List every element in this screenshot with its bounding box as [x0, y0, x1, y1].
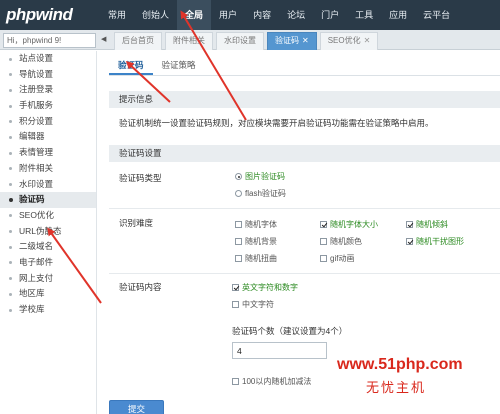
topnav-founder[interactable]: 创始人	[134, 0, 177, 30]
checkbox-checked-icon[interactable]	[320, 221, 327, 228]
topnav-global[interactable]: 全局	[177, 0, 212, 30]
difficulty-random-color[interactable]: 随机颜色	[320, 236, 362, 247]
tab-captcha[interactable]: 验证码 ✕	[267, 32, 317, 50]
checkbox-checked-icon[interactable]	[232, 284, 239, 291]
topnav-forum[interactable]: 论坛	[279, 0, 313, 30]
sidebar-item-navigation[interactable]: 导航设置	[0, 67, 96, 83]
math-captcha-option[interactable]: 100以内随机加减法	[232, 376, 311, 387]
captcha-count-label: 验证码个数（建议设置为4个）	[232, 326, 348, 336]
checkbox-checked-icon[interactable]	[406, 221, 413, 228]
tab-attachments[interactable]: 附件相关	[165, 32, 213, 50]
checkbox-icon[interactable]	[235, 238, 242, 245]
captcha-type-label: 验证码类型	[119, 173, 162, 183]
checkbox-checked-icon[interactable]	[406, 238, 413, 245]
sidebar-item-payment[interactable]: 网上支付	[0, 271, 96, 287]
topnav-users[interactable]: 用户	[211, 0, 245, 30]
tab-home[interactable]: 后台首页	[114, 32, 162, 50]
subtab-captcha-policy[interactable]: 验证策略	[153, 57, 205, 75]
content-chinese[interactable]: 中文字符	[232, 299, 274, 310]
sidebar-item-captcha[interactable]: 验证码	[0, 192, 96, 208]
tab-watermark[interactable]: 水印设置	[216, 32, 264, 50]
difficulty-random-distort[interactable]: 随机扭曲	[235, 253, 277, 264]
topnav-tools[interactable]: 工具	[347, 0, 381, 30]
topnav-cloud[interactable]: 云平台	[415, 0, 458, 30]
tab-seo[interactable]: SEO优化 ✕	[319, 32, 379, 50]
close-icon[interactable]: ✕	[364, 36, 371, 45]
sidebar-item-watermark[interactable]: 水印设置	[0, 177, 96, 193]
difficulty-random-font-size[interactable]: 随机字体大小	[320, 219, 378, 230]
topnav-common[interactable]: 常用	[100, 0, 134, 30]
tip-text: 验证机制统一设置验证码规则，对应模块需要开启验证码功能需在验证策略中启用。	[119, 118, 434, 128]
checkbox-icon[interactable]	[232, 301, 239, 308]
divider	[109, 75, 500, 76]
captcha-content-label: 验证码内容	[119, 282, 162, 292]
sidebar-item-schools[interactable]: 学校库	[0, 302, 96, 318]
sidebar-item-subdomain[interactable]: 二级域名	[0, 239, 96, 255]
sidebar-item-mobile[interactable]: 手机服务	[0, 98, 96, 114]
checkbox-icon[interactable]	[232, 378, 239, 385]
difficulty-gif-animation[interactable]: gif动画	[320, 253, 354, 264]
divider	[109, 208, 500, 209]
radio-icon[interactable]	[235, 190, 242, 197]
sidebar-item-email[interactable]: 电子邮件	[0, 255, 96, 271]
checkbox-icon[interactable]	[235, 221, 242, 228]
captcha-count-input[interactable]	[232, 342, 327, 359]
sidebar-item-credits[interactable]: 积分设置	[0, 114, 96, 130]
search-input[interactable]	[3, 33, 96, 48]
radio-checked-icon[interactable]	[235, 173, 242, 180]
checkbox-icon[interactable]	[320, 255, 327, 262]
settings-section-title: 验证码设置	[109, 145, 500, 162]
sidebar-item-regions[interactable]: 地区库	[0, 286, 96, 302]
tab-scroll-left-icon[interactable]: ◀	[101, 35, 109, 45]
difficulty-label: 识别难度	[119, 218, 154, 228]
open-tabs: 后台首页 附件相关 水印设置 验证码 ✕ SEO优化 ✕	[114, 32, 381, 50]
tab-row: ◀ 后台首页 附件相关 水印设置 验证码✕ SEO优化✕	[0, 30, 500, 50]
top-bar: phpwind 常用 创始人 全局 用户 内容 论坛 门户 工具 应用 云平台	[0, 0, 500, 30]
topnav-apps[interactable]: 应用	[381, 0, 415, 30]
difficulty-random-skew[interactable]: 随机倾斜	[406, 219, 448, 230]
captcha-type-image[interactable]: 图片验证码	[235, 171, 285, 182]
watermark-url: www.51php.com	[337, 356, 463, 373]
difficulty-random-font[interactable]: 随机字体	[235, 219, 277, 230]
top-nav: 常用 创始人 全局 用户 内容 论坛 门户 工具 应用 云平台	[100, 0, 458, 30]
sidebar-item-attachments[interactable]: 附件相关	[0, 161, 96, 177]
sidebar-item-editor[interactable]: 编辑器	[0, 129, 96, 145]
watermark-name: 无忧主机	[366, 380, 427, 395]
topnav-portal[interactable]: 门户	[313, 0, 347, 30]
sidebar-item-emoticons[interactable]: 表情管理	[0, 145, 96, 161]
checkbox-icon[interactable]	[320, 238, 327, 245]
captcha-type-flash[interactable]: flash验证码	[235, 188, 286, 199]
submit-button[interactable]: 提交	[109, 400, 164, 414]
checkbox-icon[interactable]	[235, 255, 242, 262]
subtab-captcha[interactable]: 验证码	[109, 57, 153, 75]
phpwind-logo[interactable]: phpwind	[6, 5, 73, 25]
divider	[109, 273, 500, 274]
content-alnum[interactable]: 英文字符和数字	[232, 282, 298, 293]
sidebar-item-url-rewrite[interactable]: URL伪静态	[0, 224, 96, 240]
tip-section-title: 提示信息	[109, 91, 500, 108]
difficulty-random-noise[interactable]: 随机干扰图形	[406, 236, 464, 247]
sidebar-item-seo[interactable]: SEO优化	[0, 208, 96, 224]
sidebar-item-register-login[interactable]: 注册登录	[0, 82, 96, 98]
sidebar: 站点设置 导航设置 注册登录 手机服务 积分设置 编辑器 表情管理 附件相关 水…	[0, 51, 97, 414]
difficulty-random-background[interactable]: 随机背景	[235, 236, 277, 247]
topnav-content[interactable]: 内容	[245, 0, 279, 30]
sidebar-item-site-settings[interactable]: 站点设置	[0, 51, 96, 67]
close-icon[interactable]: ✕	[302, 36, 309, 45]
sub-tabs: 验证码 验证策略	[109, 57, 205, 75]
